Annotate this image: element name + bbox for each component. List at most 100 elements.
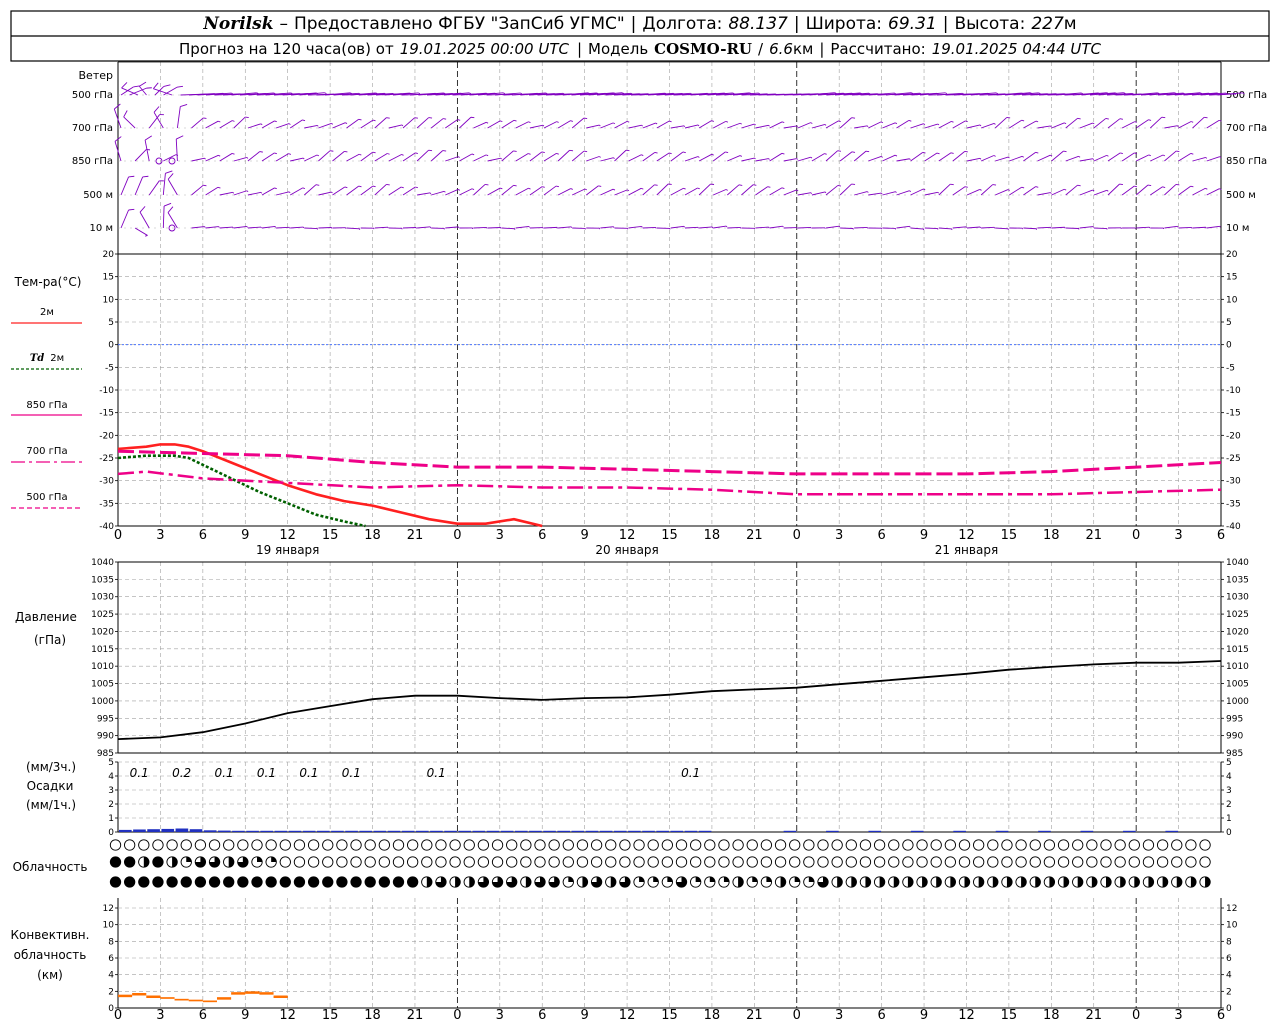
wind-barb-flag bbox=[1021, 186, 1025, 189]
wind-barb-staff bbox=[811, 153, 825, 162]
cloud-cover-symbol bbox=[350, 856, 362, 868]
wind-barb-flag bbox=[1021, 155, 1024, 158]
wind-barb-flag bbox=[457, 119, 461, 121]
cloud-circle bbox=[307, 856, 320, 868]
y-tick-label: -5 bbox=[105, 363, 114, 373]
y-tick-label: 1030 bbox=[91, 593, 114, 603]
precip-bar bbox=[1038, 830, 1051, 832]
wind-barb bbox=[304, 154, 320, 162]
wind-barb-staff bbox=[769, 152, 783, 162]
wind-barb-staff bbox=[247, 191, 262, 196]
cloud-cover-symbol bbox=[930, 856, 942, 868]
wind-barb bbox=[134, 175, 149, 196]
meteogram: Norilsk – Предоставлено ФГБУ "ЗапСиб УГМС"… bbox=[10, 10, 1270, 1023]
precip-bar bbox=[585, 830, 599, 832]
cloud-cover-symbol bbox=[138, 856, 150, 868]
wind-barb-staff bbox=[642, 184, 655, 196]
wind-barb-staff bbox=[699, 226, 713, 229]
cloud-circle bbox=[675, 839, 688, 851]
pressure-series bbox=[117, 660, 1222, 740]
cloud-fill bbox=[709, 876, 715, 882]
wind-barb-flag bbox=[1147, 184, 1152, 187]
wind-barb-staff bbox=[825, 120, 839, 129]
wind-barb-staff bbox=[769, 187, 783, 196]
y-tick-label: 1025 bbox=[91, 610, 114, 620]
wind-barb-flag bbox=[414, 117, 419, 119]
precip-bar bbox=[642, 830, 655, 832]
precip-bar bbox=[953, 830, 966, 832]
wind-barb bbox=[501, 150, 517, 162]
cloud-cover-symbol bbox=[888, 856, 900, 868]
cloud-fill bbox=[110, 856, 121, 868]
time-tick-label: 6 bbox=[877, 528, 885, 543]
wind-barb bbox=[966, 124, 982, 129]
wind-barb-staff bbox=[219, 226, 233, 229]
wind-barb-staff bbox=[1178, 153, 1192, 162]
cloud-circle bbox=[307, 839, 320, 851]
cloud-fill bbox=[893, 876, 899, 888]
wind-barb bbox=[515, 187, 531, 196]
wind-barb-staff bbox=[839, 117, 853, 129]
cloud-circle bbox=[477, 856, 490, 868]
wind-barb-flag bbox=[232, 192, 234, 194]
y-tick-label: -20 bbox=[99, 431, 114, 441]
cloud-circle bbox=[322, 839, 334, 851]
time-tick-label: 0 bbox=[453, 1008, 461, 1023]
cloud-cover-symbol bbox=[803, 839, 815, 851]
wind-barb-flag bbox=[344, 186, 348, 189]
wind-barb bbox=[1135, 184, 1152, 196]
wind-barb bbox=[1164, 184, 1180, 196]
wind-barb bbox=[1023, 120, 1039, 129]
wind-barb-staff bbox=[995, 156, 1009, 162]
cloud-cover-symbol bbox=[152, 876, 164, 888]
wind-barb-staff bbox=[346, 118, 359, 129]
wind-barb-staff bbox=[670, 125, 685, 129]
y-tick-label: 1040 bbox=[91, 558, 114, 568]
wind-barb bbox=[459, 188, 475, 196]
wind-barb-staff bbox=[120, 176, 129, 196]
cloud-cover-symbol bbox=[293, 876, 306, 888]
wind-barb bbox=[1164, 225, 1179, 229]
cloud-cover-symbol bbox=[831, 856, 843, 868]
cloud-cover-symbol bbox=[491, 839, 504, 851]
wind-barb-staff bbox=[430, 118, 444, 129]
wind-barb-staff bbox=[741, 123, 755, 129]
wind-barb bbox=[1009, 227, 1023, 230]
cloud-circle bbox=[1057, 856, 1070, 868]
wind-barb-flag bbox=[302, 187, 306, 190]
cloud-cover-symbol bbox=[279, 839, 291, 851]
wind-barb bbox=[473, 121, 489, 129]
wind-barb-flag bbox=[528, 187, 531, 190]
y-tick-label-right: 20 bbox=[1226, 250, 1238, 260]
wind-barb-staff bbox=[374, 117, 387, 129]
cloud-fill bbox=[1120, 876, 1126, 888]
wind-barb bbox=[980, 155, 996, 162]
wind-barb-staff bbox=[994, 117, 1008, 129]
wind-barb bbox=[388, 124, 404, 129]
wind-barb bbox=[924, 123, 940, 129]
wind-barb-flag bbox=[1035, 186, 1039, 188]
cloud-circle bbox=[605, 856, 617, 868]
cloud-cover-symbol bbox=[435, 856, 447, 868]
wind-barb bbox=[614, 227, 629, 230]
wind-barb-staff bbox=[318, 150, 331, 162]
wind-barb-staff bbox=[868, 192, 882, 196]
wind-level-label-right: 700 гПа bbox=[1226, 123, 1267, 134]
wind-barb-staff bbox=[1023, 186, 1036, 196]
wind-barb bbox=[289, 119, 306, 129]
cloud-cover-symbol bbox=[1086, 856, 1098, 868]
cloud-cover-symbol bbox=[109, 856, 122, 868]
cloud-circle bbox=[746, 839, 758, 851]
cloud-cover-symbol bbox=[831, 839, 843, 851]
convective-bar bbox=[132, 993, 147, 996]
wind-barb-flag bbox=[485, 154, 489, 157]
wind-barb bbox=[1164, 125, 1179, 129]
wind-barb-flag bbox=[324, 92, 327, 94]
cloud-fill bbox=[1063, 876, 1069, 888]
cloud-cover-symbol bbox=[477, 876, 490, 888]
wind-barb bbox=[670, 225, 685, 229]
wind-barb-flag bbox=[331, 191, 333, 194]
wind-barb-flag bbox=[1205, 157, 1208, 159]
cloud-cover-symbol bbox=[760, 876, 773, 888]
cloud-circle bbox=[774, 839, 787, 851]
